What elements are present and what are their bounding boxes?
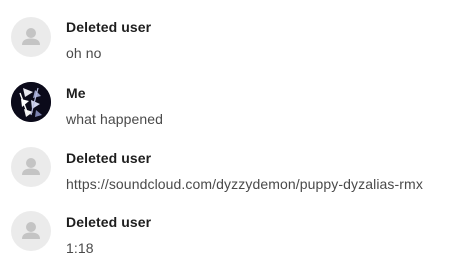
message-author[interactable]: Me <box>66 85 86 101</box>
default-user-icon[interactable] <box>11 147 51 187</box>
message-text: 1:18 <box>66 240 94 256</box>
chat-message-list: Deleted user oh no Me what happened Dele… <box>0 0 457 264</box>
message-author[interactable]: Deleted user <box>66 214 151 230</box>
message-author[interactable]: Deleted user <box>66 19 151 35</box>
user-profile-picture[interactable] <box>11 82 51 122</box>
message-author[interactable]: Deleted user <box>66 150 151 166</box>
default-user-icon[interactable] <box>11 211 51 251</box>
chat-message: Deleted user https://soundcloud.com/dyzz… <box>0 131 457 195</box>
message-text: what happened <box>66 111 164 127</box>
chat-message: Deleted user 1:18 <box>0 195 457 259</box>
chat-message: Me what happened <box>0 66 457 130</box>
message-text: oh no <box>66 45 102 61</box>
default-user-icon[interactable] <box>11 17 51 57</box>
chat-message: Deleted user oh no <box>0 0 457 64</box>
message-link[interactable]: https://soundcloud.com/dyzzydemon/puppy-… <box>66 176 423 192</box>
